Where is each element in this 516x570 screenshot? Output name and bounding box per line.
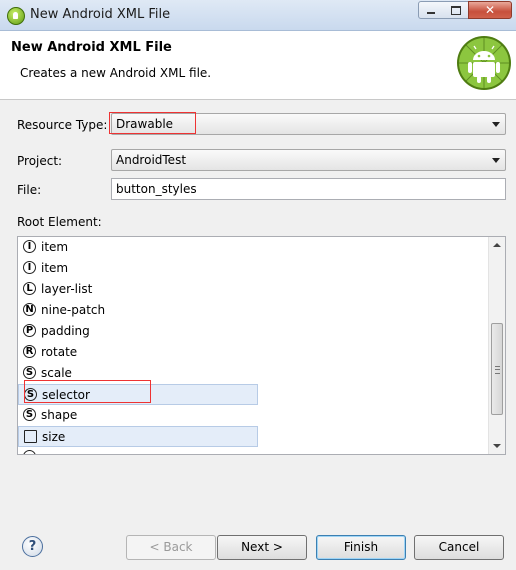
android-app-icon [7, 7, 25, 25]
element-type-icon: S [23, 408, 36, 421]
list-item-label: item [41, 261, 69, 275]
element-type-icon: I [23, 240, 36, 253]
page-title: New Android XML File [11, 40, 172, 55]
list-item-partial[interactable] [18, 447, 258, 454]
finish-button[interactable]: Finish [316, 535, 406, 560]
minimize-icon [427, 12, 435, 14]
list-item-label: nine-patch [41, 303, 106, 317]
highlight-box-resource-type [109, 112, 196, 134]
maximize-icon [450, 5, 461, 15]
next-button[interactable]: Next > [217, 535, 307, 560]
grip-icon [495, 366, 500, 374]
scroll-up-icon[interactable] [493, 243, 501, 247]
element-type-icon: R [23, 345, 36, 358]
list-item[interactable]: N nine-patch [18, 300, 258, 321]
list-item[interactable]: R rotate [18, 342, 258, 363]
minimize-button[interactable] [418, 1, 444, 19]
list-item[interactable]: S shape [18, 405, 258, 426]
list-item[interactable]: I item [18, 258, 258, 279]
list-item-label: item [41, 240, 69, 254]
chevron-down-icon [492, 158, 500, 163]
window-title: New Android XML File [30, 7, 171, 22]
chevron-down-icon [492, 122, 500, 127]
help-icon[interactable]: ? [22, 536, 43, 557]
scroll-down-icon[interactable] [493, 444, 501, 448]
wizard-header: New Android XML File Creates a new Andro… [0, 31, 516, 100]
root-element-label: Root Element: [17, 215, 102, 229]
maximize-button[interactable] [443, 1, 469, 19]
root-element-list[interactable]: I item I item L layer-list N nine-patch … [17, 236, 506, 455]
close-icon: ✕ [484, 3, 496, 17]
element-type-icon [23, 450, 36, 454]
list-item-label: layer-list [41, 282, 93, 296]
cancel-button[interactable]: Cancel [414, 535, 504, 560]
file-name-input[interactable] [112, 179, 505, 199]
android-robot-icon [457, 36, 511, 90]
window-titlebar[interactable]: New Android XML File ✕ [0, 0, 516, 31]
project-select[interactable]: AndroidTest [111, 149, 506, 171]
list-item[interactable]: P padding [18, 321, 258, 342]
scrollbar-thumb[interactable] [491, 323, 503, 415]
element-type-icon: L [23, 282, 36, 295]
highlight-box-selector [24, 380, 151, 403]
list-item-label: rotate [41, 345, 78, 359]
element-type-icon: I [23, 261, 36, 274]
project-value: AndroidTest [116, 153, 187, 167]
back-button[interactable]: < Back [126, 535, 216, 560]
size-element-icon [24, 430, 37, 443]
list-scrollbar[interactable] [488, 237, 505, 454]
list-item-label: scale [41, 366, 72, 380]
list-item[interactable]: I item [18, 237, 258, 258]
element-type-icon: P [23, 324, 36, 337]
list-item-label: shape [41, 408, 78, 422]
project-label: Project: [17, 154, 63, 168]
file-name-field[interactable] [111, 178, 506, 200]
element-type-icon: S [23, 366, 36, 379]
list-item[interactable]: L layer-list [18, 279, 258, 300]
element-type-icon: N [23, 303, 36, 316]
list-item[interactable]: size [18, 426, 258, 447]
list-item-label: padding [41, 324, 90, 338]
list-item-label: size [42, 430, 66, 444]
resource-type-label: Resource Type: [17, 118, 108, 132]
page-description: Creates a new Android XML file. [20, 66, 212, 80]
close-button[interactable]: ✕ [468, 1, 512, 19]
file-label: File: [17, 183, 42, 197]
